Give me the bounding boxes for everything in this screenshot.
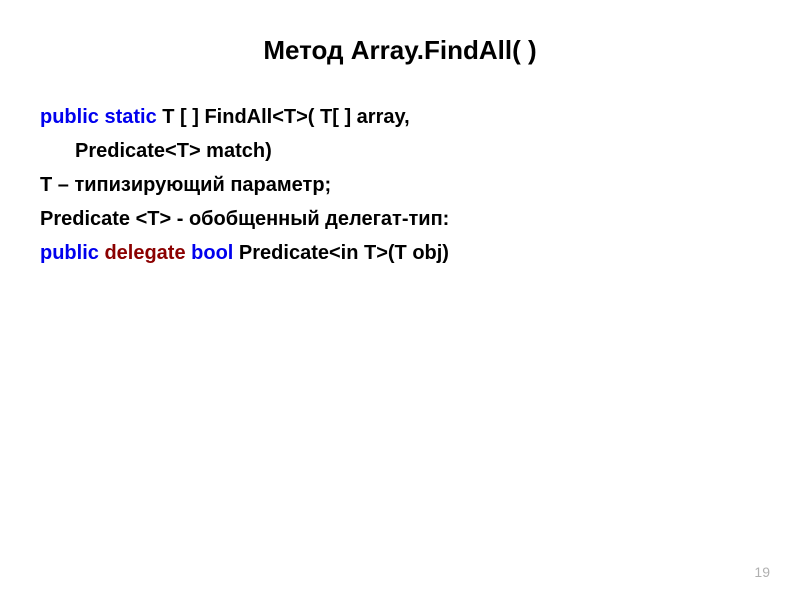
slide-title: Метод Array.FindAll( ) <box>40 35 760 66</box>
code-text: T [ ] FindAll<T>( T[ ] array, <box>157 106 410 128</box>
code-line-3: T – типизирующий параметр; <box>40 169 760 201</box>
page-number: 19 <box>754 564 770 580</box>
keyword-bool: bool <box>191 242 233 264</box>
code-line-4: Predicate <T> - обобщенный делегат-тип: <box>40 203 760 235</box>
keyword-public-static: public static <box>40 106 157 128</box>
keyword-delegate: delegate <box>99 242 191 264</box>
keyword-public: public <box>40 242 99 264</box>
code-line-1: public static T [ ] FindAll<T>( T[ ] arr… <box>40 101 760 133</box>
code-line-2: Predicate<T> match) <box>40 135 760 167</box>
code-line-5: public delegate bool Predicate<in T>(T o… <box>40 237 760 269</box>
code-text: Predicate<in T>(T obj) <box>233 242 449 264</box>
slide-content: public static T [ ] FindAll<T>( T[ ] arr… <box>40 101 760 269</box>
